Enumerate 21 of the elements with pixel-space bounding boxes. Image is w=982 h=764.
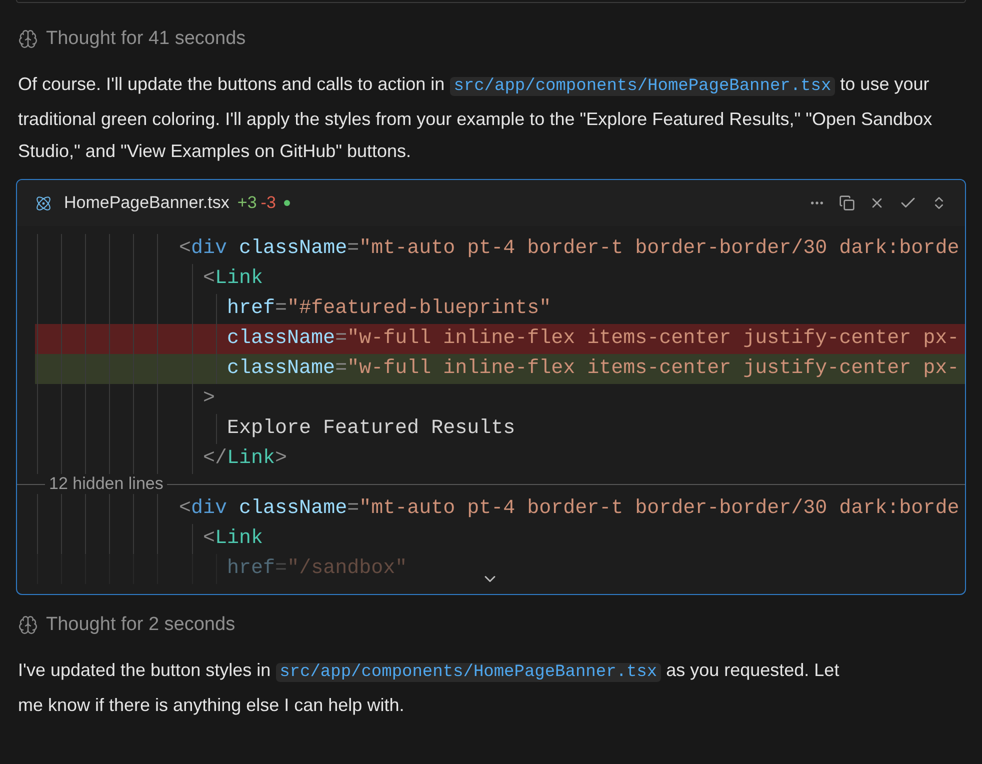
brain-icon bbox=[18, 615, 38, 635]
added-count: +3 bbox=[237, 192, 257, 214]
code-line: <Link bbox=[35, 524, 965, 554]
code-line: <Link bbox=[35, 264, 965, 294]
code-line: Explore Featured Results bbox=[35, 414, 965, 444]
hidden-lines-label[interactable]: 12 hidden lines bbox=[45, 471, 168, 497]
code-line: <div className="mt-auto pt-4 border-t border-border/30 dark:borde bbox=[35, 494, 965, 524]
thought-duration[interactable]: Thought for 2 seconds bbox=[46, 610, 236, 640]
removed-count: -3 bbox=[260, 192, 276, 214]
code-line: > bbox=[35, 384, 965, 414]
code-line: href="#featured-blueprints" bbox=[35, 294, 965, 324]
brain-icon bbox=[18, 29, 38, 49]
thought-duration[interactable]: Thought for 41 seconds bbox=[46, 24, 246, 54]
assistant-message: I've updated the button styles in src/app/components/HomePageBanner.tsx as you requested. Let me know if there is anything else I can help with. bbox=[18, 659, 840, 717]
file-name[interactable]: HomePageBanner.tsx bbox=[64, 190, 230, 216]
code-line: <div className="mt-auto pt-4 border-t border-border/30 dark:borde bbox=[35, 234, 965, 264]
copy-icon[interactable] bbox=[839, 195, 855, 211]
code-line: </Link> bbox=[35, 444, 965, 474]
react-icon bbox=[35, 194, 52, 212]
code-line: href="/sandbox" bbox=[35, 554, 965, 584]
assistant-message: Of course. I'll update the buttons and calls to action in src/app/components/HomePageBanner.tsx to use your traditional green coloring. I'll apply the styles from your example to the "Explore Featured Results," "Open Sandbox Studio," and "View Examples on GitHub" buttons. bbox=[18, 73, 934, 163]
